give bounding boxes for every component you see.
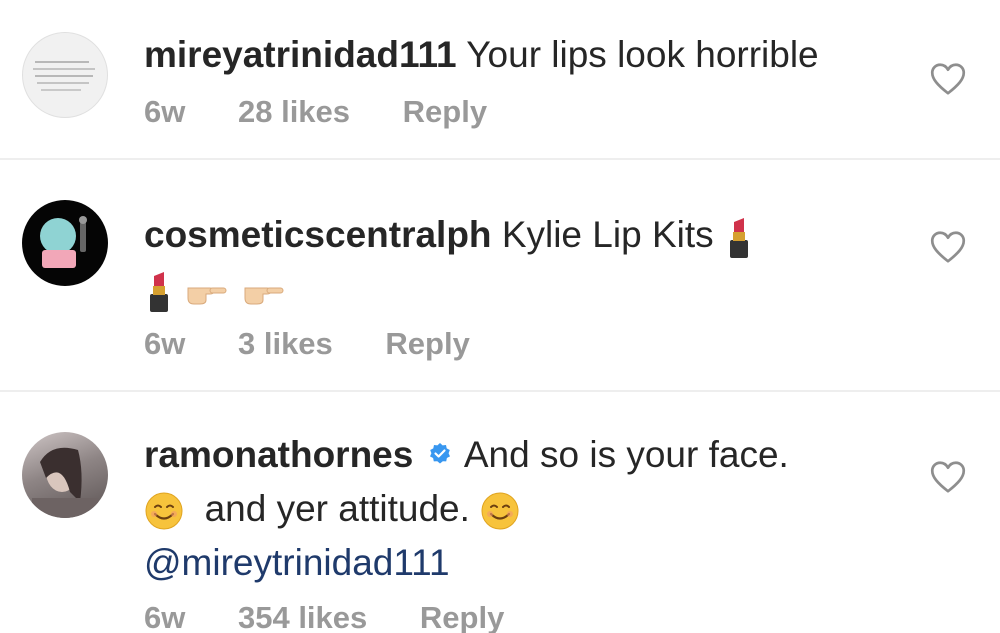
comment-text: And so is your face. [463, 434, 789, 475]
comment-text-line: ramonathornes And so is your face. [144, 428, 910, 482]
comment-body: cosmeticscentralph Kylie Lip Kits 6w 3 l… [144, 208, 910, 362]
reply-button[interactable]: Reply [385, 326, 469, 361]
likes-count-link[interactable]: 28 likes [238, 94, 350, 129]
heart-outline-icon[interactable] [930, 62, 966, 96]
comment-item: cosmeticscentralph Kylie Lip Kits 6w 3 l… [0, 160, 1000, 390]
comment-text-continued: and yer attitude. [204, 488, 470, 529]
lipstick-emoji [150, 272, 168, 313]
comment-text-line: cosmeticscentralph Kylie Lip Kits [144, 208, 910, 262]
comment-meta: 6w 28 likes Reply [144, 94, 910, 130]
comments-list: mireyatrinidad111 Your lips look horribl… [0, 0, 1000, 633]
lipstick-emoji [729, 218, 748, 259]
comment-item: ramonathornes And so is your face. and y… [0, 390, 1000, 633]
pointing-hand-emoji [244, 287, 284, 305]
avatar[interactable] [22, 32, 108, 118]
comment-text-line: mireyatrinidad111 Your lips look horribl… [144, 28, 910, 82]
verified-badge-icon [429, 443, 450, 464]
comment-time: 6w [144, 600, 186, 633]
username-link[interactable]: ramonathornes [144, 434, 413, 475]
comment-body: ramonathornes And so is your face. and y… [144, 428, 910, 633]
reply-button[interactable]: Reply [420, 600, 504, 633]
likes-count-link[interactable]: 354 likes [238, 600, 367, 633]
comment-text: Kylie Lip Kits [501, 214, 714, 255]
comment-text: Your lips look horrible [466, 34, 819, 75]
likes-count-link[interactable]: 3 likes [238, 326, 333, 361]
smiling-face-emoji [145, 492, 183, 530]
pointing-hand-emoji [187, 287, 227, 305]
reply-button[interactable]: Reply [403, 94, 487, 129]
heart-outline-icon[interactable] [930, 460, 966, 494]
heart-outline-icon[interactable] [930, 230, 966, 264]
comment-body: mireyatrinidad111 Your lips look horribl… [144, 28, 910, 130]
smiling-face-emoji [481, 492, 519, 530]
comment-item: mireyatrinidad111 Your lips look horribl… [0, 0, 1000, 160]
username-link[interactable]: cosmeticscentralph [144, 214, 492, 255]
comment-text-line-2: and yer attitude. [144, 482, 910, 536]
username-link[interactable]: mireyatrinidad111 [144, 34, 457, 75]
comment-time: 6w [144, 94, 186, 129]
comment-meta: 6w 354 likes Reply [144, 600, 910, 633]
avatar[interactable] [22, 200, 108, 286]
comment-time: 6w [144, 326, 186, 361]
mention-link[interactable]: @mireytrinidad111 [144, 536, 910, 590]
comment-meta: 6w 3 likes Reply [144, 326, 910, 362]
avatar[interactable] [22, 432, 108, 518]
emoji-line [144, 262, 910, 316]
